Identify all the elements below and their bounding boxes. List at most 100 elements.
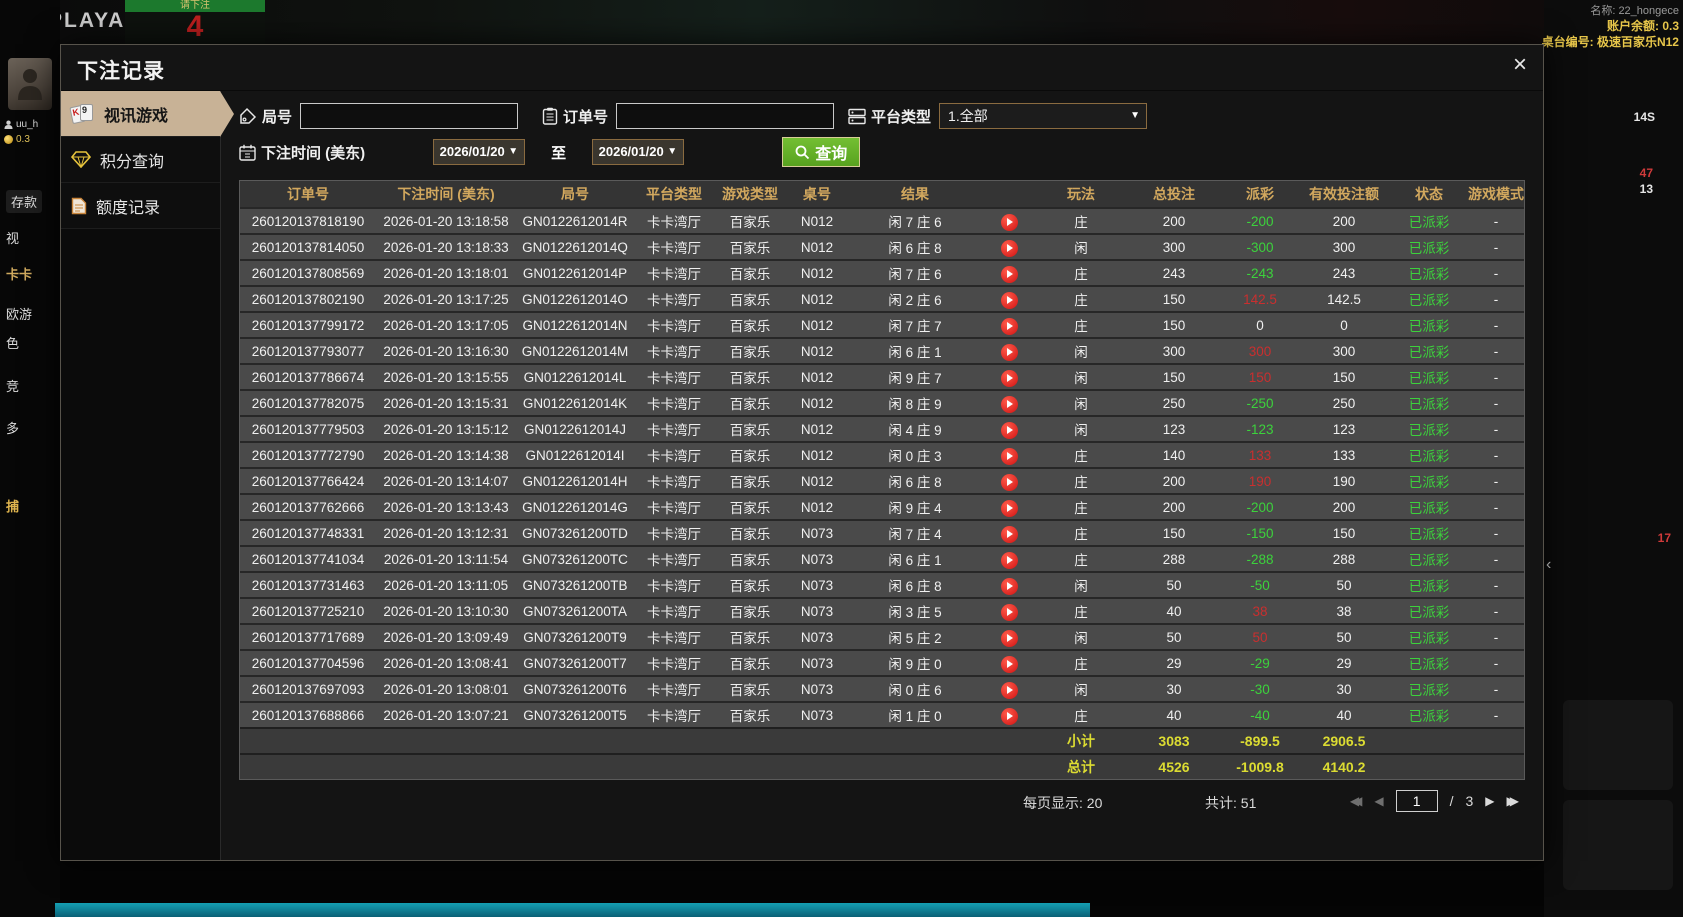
play-video-button[interactable]: [1001, 240, 1018, 257]
cell-status: 已派彩: [1390, 523, 1468, 543]
play-video-button[interactable]: [1001, 396, 1018, 413]
cell-result: 闲 6 庄 1: [848, 341, 982, 361]
cell-status: 已派彩: [1390, 445, 1468, 465]
cell-payout: 38: [1222, 604, 1298, 619]
cell-platform: 卡卡湾厅: [634, 237, 714, 257]
tab-credit-records[interactable]: 额度记录: [61, 183, 220, 229]
cell-round-number: GN0122612014R: [516, 214, 634, 229]
page-number-input[interactable]: [1396, 790, 1438, 812]
cell-result: 闲 3 庄 5: [848, 601, 982, 621]
cell-platform: 卡卡湾厅: [634, 627, 714, 647]
cell-total-bet: 140: [1126, 448, 1222, 463]
cell-round-number: GN073261200T7: [516, 656, 634, 671]
cell-valid-bet: 123: [1298, 422, 1390, 437]
total-count-label: 共计: 51: [1205, 793, 1256, 813]
tab-video-games[interactable]: K9 视讯游戏: [61, 91, 220, 137]
play-video-button[interactable]: [1001, 604, 1018, 621]
play-icon: [1007, 478, 1013, 486]
play-icon: [1007, 660, 1013, 668]
nav-item[interactable]: 欧游: [6, 304, 32, 323]
nav-item[interactable]: 多: [6, 418, 19, 437]
date-to-select[interactable]: 2026/01/20 ▼: [592, 139, 684, 165]
nav-item[interactable]: 竞: [6, 376, 19, 395]
play-video-button[interactable]: [1001, 474, 1018, 491]
last-page-button[interactable]: ▶▶: [1507, 794, 1519, 808]
cell-play-type: 庄: [1036, 211, 1126, 231]
nav-item-fishing[interactable]: 捕: [6, 496, 19, 515]
cell-game-type: 百家乐: [714, 523, 786, 543]
cell-platform: 卡卡湾厅: [634, 419, 714, 439]
cell-status: 已派彩: [1390, 237, 1468, 257]
play-video-button[interactable]: [1001, 656, 1018, 673]
play-video-button[interactable]: [1001, 422, 1018, 439]
cell-order-number: 260120137704596: [240, 656, 376, 671]
cell-platform: 卡卡湾厅: [634, 575, 714, 595]
nav-item[interactable]: 色: [6, 333, 19, 352]
cell-platform: 卡卡湾厅: [634, 705, 714, 725]
platform-type-select[interactable]: 1.全部 ▼: [939, 103, 1147, 129]
cell-play-type: 闲: [1036, 575, 1126, 595]
cell-table-number: N073: [786, 552, 848, 567]
play-video-button[interactable]: [1001, 214, 1018, 231]
play-video-button[interactable]: [1001, 318, 1018, 335]
chevron-down-icon: ▼: [508, 140, 518, 164]
playing-cards-icon: K9: [71, 104, 95, 124]
cell-payout: -150: [1222, 526, 1298, 541]
side-widget: [1563, 700, 1673, 790]
cell-game-type: 百家乐: [714, 211, 786, 231]
cell-valid-bet: 50: [1298, 578, 1390, 593]
cell-order-number: 260120137782075: [240, 396, 376, 411]
play-icon: [1007, 218, 1013, 226]
prev-page-button[interactable]: ◀: [1374, 794, 1383, 808]
filter-row-2: 下注时间 (美东) 2026/01/20 ▼ 至 2026/01/20 ▼ 查询: [239, 137, 1525, 167]
play-video-button[interactable]: [1001, 448, 1018, 465]
play-video-button[interactable]: [1001, 370, 1018, 387]
avatar[interactable]: [8, 58, 52, 110]
play-icon: [1007, 634, 1013, 642]
modal-title: 下注记录: [77, 55, 165, 85]
play-video-button[interactable]: [1001, 552, 1018, 569]
play-video-button[interactable]: [1001, 526, 1018, 543]
first-page-button[interactable]: ◀◀: [1350, 794, 1362, 808]
subtotal-payout: -899.5: [1222, 733, 1298, 749]
cell-valid-bet: 300: [1298, 344, 1390, 359]
next-page-button[interactable]: ▶: [1485, 794, 1494, 808]
nav-deposit[interactable]: 存款: [6, 190, 42, 213]
play-icon: [1007, 608, 1013, 616]
cell-status: 已派彩: [1390, 653, 1468, 673]
cell-result: 闲 0 庄 6: [848, 679, 982, 699]
cell-order-number: 260120137762666: [240, 500, 376, 515]
cell-game-mode: -: [1468, 318, 1524, 333]
tab-points-query[interactable]: 积分查询: [61, 137, 220, 183]
nav-item[interactable]: 卡卡: [6, 264, 32, 283]
play-video-button[interactable]: [1001, 500, 1018, 517]
cell-round-number: GN073261200TA: [516, 604, 634, 619]
cell-order-number: 260120137818190: [240, 214, 376, 229]
date-from-select[interactable]: 2026/01/20 ▼: [433, 139, 525, 165]
play-video-button[interactable]: [1001, 292, 1018, 309]
close-icon[interactable]: ×: [1513, 53, 1527, 77]
cell-game-type: 百家乐: [714, 575, 786, 595]
cell-bet-time: 2026-01-20 13:16:30: [376, 344, 516, 359]
cell-result: 闲 4 庄 9: [848, 419, 982, 439]
play-video-button[interactable]: [1001, 344, 1018, 361]
cell-bet-time: 2026-01-20 13:17:25: [376, 292, 516, 307]
chevron-down-icon: ▼: [1130, 104, 1140, 128]
cell-payout: -243: [1222, 266, 1298, 281]
nav-item[interactable]: 视: [6, 228, 19, 247]
play-video-button[interactable]: [1001, 708, 1018, 725]
round-number-input[interactable]: [300, 103, 518, 129]
collapse-panel-arrow[interactable]: ‹: [1546, 556, 1551, 574]
play-video-button[interactable]: [1001, 266, 1018, 283]
order-number-input[interactable]: [616, 103, 834, 129]
modal-sidebar: K9 视讯游戏 积分查询 额度记录: [61, 91, 221, 860]
play-video-button[interactable]: [1001, 682, 1018, 699]
search-button[interactable]: 查询: [782, 137, 860, 167]
cell-play-type: 庄: [1036, 263, 1126, 283]
play-video-button[interactable]: [1001, 630, 1018, 647]
cell-play-type: 闲: [1036, 393, 1126, 413]
cell-game-type: 百家乐: [714, 393, 786, 413]
cell-valid-bet: 38: [1298, 604, 1390, 619]
play-video-button[interactable]: [1001, 578, 1018, 595]
cell-valid-bet: 250: [1298, 396, 1390, 411]
